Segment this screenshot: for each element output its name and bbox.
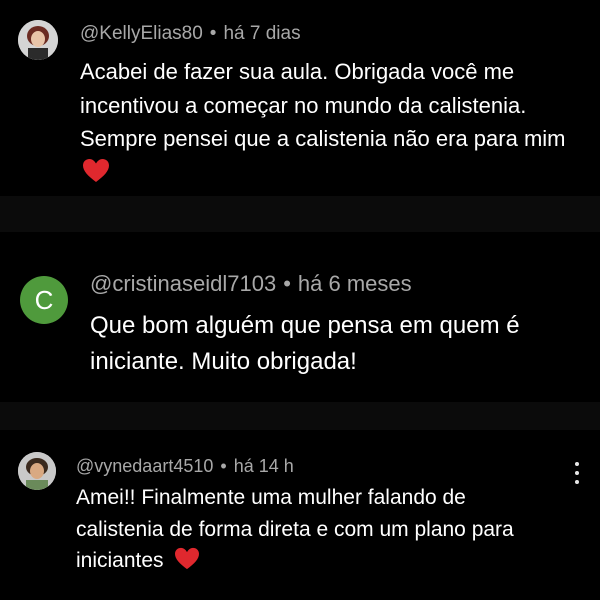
comment-author[interactable]: @vynedaart4510 (76, 456, 213, 476)
comment-text-block: Que bom alguém que pensa em quem é inici… (90, 308, 590, 380)
comment-author[interactable]: @KellyElias80 (80, 23, 203, 44)
meta-separator: • (220, 456, 227, 476)
comment-time[interactable]: há 6 meses (298, 271, 412, 296)
comment-item: @vynedaart4510 • há 14 h Amei!! Finalmente… (0, 430, 600, 600)
menu-dot (575, 471, 579, 475)
menu-dot (575, 480, 579, 484)
comment-author[interactable]: @cristinaseidl7103 (90, 271, 276, 296)
user-photo-icon (18, 20, 58, 60)
comment-divider (0, 402, 600, 430)
comment-text: Que bom alguém que pensa em quem é inici… (90, 312, 520, 375)
comment-meta: @cristinaseidl7103 • há 6 meses (90, 271, 412, 297)
comment-meta: @vynedaart4510 • há 14 h (76, 456, 294, 477)
comment-text: Amei!! Finalmente uma mulher falando de … (76, 486, 514, 572)
comment-item: C @cristinaseidl7103 • há 6 meses Que bom … (0, 232, 600, 402)
avatar[interactable] (18, 452, 56, 490)
comment-item: @KellyElias80 • há 7 dias Acabei de fazer … (0, 0, 600, 196)
comment-time[interactable]: há 14 h (234, 456, 294, 476)
red-heart-icon (174, 547, 199, 570)
avatar-initial: C (34, 284, 54, 315)
avatar[interactable] (18, 20, 58, 60)
meta-separator: • (209, 23, 217, 44)
user-photo-icon (18, 452, 56, 490)
comments-feed: @KellyElias80 • há 7 dias Acabei de fazer … (0, 0, 600, 600)
comment-text-block: Acabei de fazer sua aula. Obrigada você … (80, 55, 595, 189)
more-vertical-icon[interactable] (572, 462, 582, 484)
meta-separator: • (283, 271, 291, 296)
red-heart-icon (83, 158, 109, 182)
avatar[interactable]: C (20, 276, 68, 324)
comment-time[interactable]: há 7 dias (223, 23, 300, 44)
comment-meta: @KellyElias80 • há 7 dias (80, 23, 301, 45)
comment-text-block: Amei!! Finalmente uma mulher falando de … (76, 482, 556, 577)
comment-text: Acabei de fazer sua aula. Obrigada você … (80, 59, 566, 151)
menu-dot (575, 462, 579, 466)
comment-divider (0, 196, 600, 232)
